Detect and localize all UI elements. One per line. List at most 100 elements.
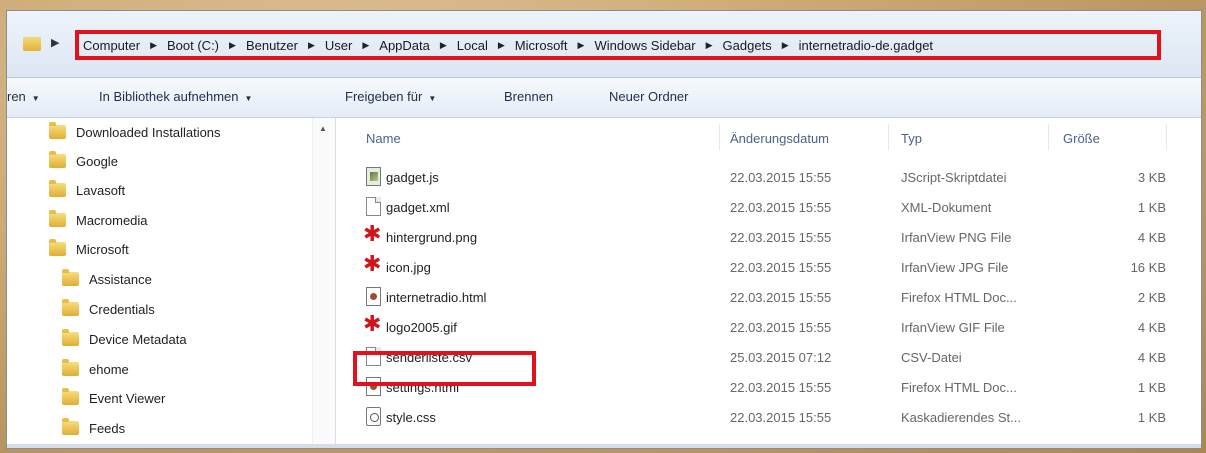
nav-item-macromedia[interactable]: Macromedia bbox=[49, 208, 148, 232]
file-name: hintergrund.png bbox=[386, 230, 478, 245]
caret-down-icon: ▼ bbox=[31, 94, 40, 103]
caret-down-icon: ▼ bbox=[244, 94, 253, 103]
breadcrumb-benutzer[interactable]: Benutzer bbox=[246, 38, 298, 53]
folder-icon bbox=[62, 418, 79, 435]
nav-item-device-metadata[interactable]: Device Metadata bbox=[62, 327, 187, 351]
file-row-icon-jpg[interactable]: icon.jpg 22.03.2015 15:55 IrfanView JPG … bbox=[336, 252, 1201, 282]
chevron-right-icon[interactable]: ▶ bbox=[308, 40, 315, 51]
nav-item-label: Google bbox=[76, 153, 118, 169]
html-document-icon bbox=[366, 377, 381, 396]
file-name: settings.html bbox=[386, 380, 459, 395]
column-header-type[interactable]: Typ bbox=[901, 131, 922, 146]
nav-item-assistance[interactable]: Assistance bbox=[62, 267, 152, 291]
folder-icon bbox=[49, 151, 66, 168]
css-document-icon bbox=[366, 407, 381, 426]
new-folder-button[interactable]: Neuer Ordner bbox=[609, 89, 688, 104]
document-icon bbox=[366, 197, 381, 216]
file-name: gadget.xml bbox=[386, 200, 450, 215]
file-size: 16 KB bbox=[1130, 260, 1166, 275]
nav-item-label: Lavasoft bbox=[76, 182, 126, 198]
html-document-icon bbox=[366, 287, 381, 306]
file-type: IrfanView GIF File bbox=[901, 320, 1005, 335]
breadcrumb-internetradio-gadget[interactable]: internetradio-de.gadget bbox=[799, 38, 933, 53]
nav-item-event-viewer[interactable]: Event Viewer bbox=[62, 386, 165, 410]
file-name: style.css bbox=[386, 410, 436, 425]
nav-item-lavasoft[interactable]: Lavasoft bbox=[49, 178, 125, 202]
breadcrumb-computer[interactable]: Computer bbox=[83, 38, 140, 53]
file-row-senderliste-csv[interactable]: senderliste.csv 25.03.2015 07:12 CSV-Dat… bbox=[336, 342, 1201, 372]
nav-item-ehome[interactable]: ehome bbox=[62, 357, 129, 381]
include-in-library-label: In Bibliothek aufnehmen bbox=[99, 89, 239, 104]
irfanview-image-icon bbox=[363, 253, 381, 276]
file-row-style-css[interactable]: style.css 22.03.2015 15:55 Kaskadierende… bbox=[336, 402, 1201, 432]
file-list: Name Änderungsdatum Typ Größe gadget.js … bbox=[336, 118, 1201, 448]
file-date: 22.03.2015 15:55 bbox=[730, 380, 832, 395]
chevron-right-icon[interactable]: ▶ bbox=[578, 40, 585, 51]
chevron-right-icon[interactable]: ▶ bbox=[51, 36, 59, 49]
file-date: 22.03.2015 15:55 bbox=[730, 320, 832, 335]
column-header-name[interactable]: Name bbox=[366, 131, 401, 146]
file-row-settings-html[interactable]: settings.html 22.03.2015 15:55 Firefox H… bbox=[336, 372, 1201, 402]
column-divider[interactable] bbox=[888, 124, 889, 150]
file-date: 22.03.2015 15:55 bbox=[730, 290, 832, 305]
burn-button[interactable]: Brennen bbox=[504, 89, 553, 104]
burn-label: Brennen bbox=[504, 89, 554, 104]
chevron-right-icon[interactable]: ▶ bbox=[150, 40, 157, 51]
breadcrumb-appdata[interactable]: AppData bbox=[379, 38, 430, 53]
folder-icon bbox=[49, 180, 66, 197]
new-folder-label: Neuer Ordner bbox=[609, 89, 689, 104]
file-row-gadget-xml[interactable]: gadget.xml 22.03.2015 15:55 XML-Dokument… bbox=[336, 192, 1201, 222]
breadcrumb-microsoft[interactable]: Microsoft bbox=[515, 38, 568, 53]
chevron-right-icon[interactable]: ▶ bbox=[440, 40, 447, 51]
nav-item-downloaded-installations[interactable]: Downloaded Installations bbox=[49, 120, 221, 144]
nav-item-feeds[interactable]: Feeds bbox=[62, 416, 125, 440]
file-size: 1 KB bbox=[1137, 380, 1166, 395]
file-size: 4 KB bbox=[1137, 230, 1166, 245]
nav-item-label: Event Viewer bbox=[89, 390, 166, 406]
chevron-right-icon[interactable]: ▶ bbox=[706, 40, 713, 51]
file-date: 25.03.2015 07:12 bbox=[730, 350, 832, 365]
nav-item-credentials[interactable]: Credentials bbox=[62, 297, 155, 321]
nav-item-microsoft[interactable]: Microsoft bbox=[49, 237, 129, 261]
breadcrumb-windows-sidebar[interactable]: Windows Sidebar bbox=[594, 38, 695, 53]
file-row-internetradio-html[interactable]: internetradio.html 22.03.2015 15:55 Fire… bbox=[336, 282, 1201, 312]
nav-item-label: Feeds bbox=[89, 420, 126, 436]
include-in-library-button[interactable]: In Bibliothek aufnehmen ▼ bbox=[99, 89, 252, 104]
column-divider[interactable] bbox=[719, 124, 720, 150]
nav-item-label: Macromedia bbox=[76, 212, 148, 228]
column-header-date[interactable]: Änderungsdatum bbox=[730, 131, 829, 146]
chevron-right-icon[interactable]: ▶ bbox=[782, 40, 789, 51]
nav-item-label: Microsoft bbox=[76, 241, 129, 257]
folder-icon bbox=[62, 299, 79, 316]
folder-icon bbox=[62, 388, 79, 405]
breadcrumb[interactable]: Computer ▶ Boot (C:) ▶ Benutzer ▶ User ▶… bbox=[75, 30, 1161, 60]
chevron-right-icon[interactable]: ▶ bbox=[362, 40, 369, 51]
share-with-button[interactable]: Freigeben für ▼ bbox=[345, 89, 436, 104]
nav-scrollbar[interactable]: ▲ bbox=[312, 118, 335, 448]
breadcrumb-gadgets[interactable]: Gadgets bbox=[723, 38, 772, 53]
file-row-logo2005-gif[interactable]: logo2005.gif 22.03.2015 15:55 IrfanView … bbox=[336, 312, 1201, 342]
file-size: 1 KB bbox=[1137, 200, 1166, 215]
scroll-up-icon[interactable]: ▲ bbox=[319, 124, 327, 133]
chevron-right-icon[interactable]: ▶ bbox=[498, 40, 505, 51]
breadcrumb-boot-c[interactable]: Boot (C:) bbox=[167, 38, 219, 53]
file-type: IrfanView JPG File bbox=[901, 260, 1009, 275]
breadcrumb-user[interactable]: User bbox=[325, 38, 352, 53]
column-header-size[interactable]: Größe bbox=[1063, 131, 1100, 146]
file-row-gadget-js[interactable]: gadget.js 22.03.2015 15:55 JScript-Skrip… bbox=[336, 162, 1201, 192]
address-bar: ▶ Computer ▶ Boot (C:) ▶ Benutzer ▶ User… bbox=[7, 11, 1201, 78]
column-divider[interactable] bbox=[1048, 124, 1049, 150]
breadcrumb-local[interactable]: Local bbox=[457, 38, 488, 53]
irfanview-image-icon bbox=[363, 223, 381, 246]
file-type: IrfanView PNG File bbox=[901, 230, 1012, 245]
nav-item-label: Assistance bbox=[89, 271, 152, 287]
nav-item-google[interactable]: Google bbox=[49, 149, 118, 173]
file-type: Kaskadierendes St... bbox=[901, 410, 1021, 425]
organize-button[interactable]: ren ▼ bbox=[7, 89, 40, 104]
column-divider[interactable] bbox=[1166, 124, 1167, 150]
file-date: 22.03.2015 15:55 bbox=[730, 410, 832, 425]
chevron-right-icon[interactable]: ▶ bbox=[229, 40, 236, 51]
nav-item-label: Credentials bbox=[89, 301, 155, 317]
file-row-hintergrund-png[interactable]: hintergrund.png 22.03.2015 15:55 IrfanVi… bbox=[336, 222, 1201, 252]
file-size: 4 KB bbox=[1137, 320, 1166, 335]
